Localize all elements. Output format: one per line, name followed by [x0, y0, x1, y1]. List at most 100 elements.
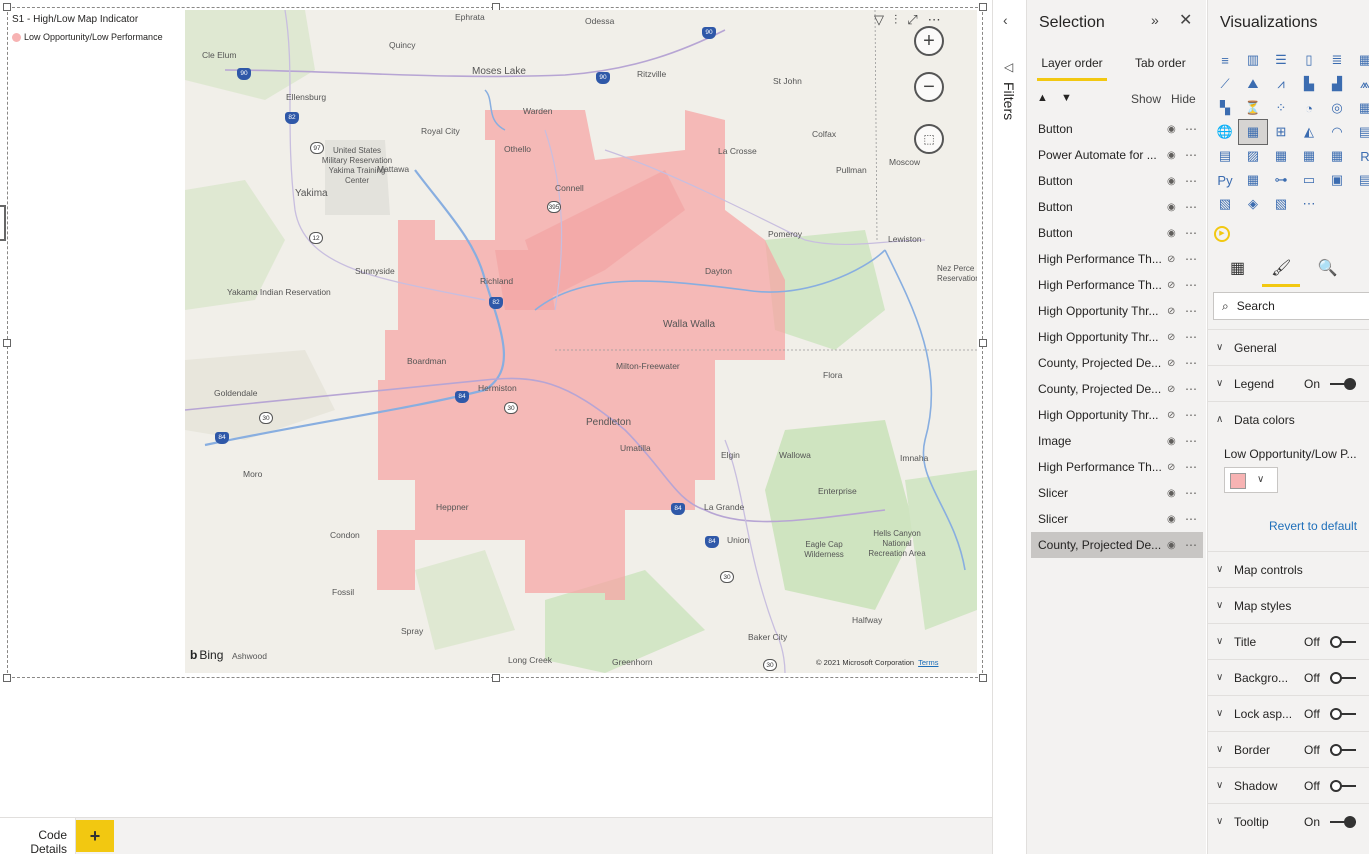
visual-type-icon[interactable]: ⏳: [1239, 96, 1267, 120]
more-options-icon[interactable]: ⋯: [1185, 226, 1197, 240]
visual-type-icon[interactable]: ▦: [1295, 144, 1323, 168]
move-down-icon[interactable]: ▼: [1061, 92, 1072, 104]
eye-hidden-icon[interactable]: ⊘: [1167, 410, 1175, 421]
visual-type-icon[interactable]: ◈: [1239, 192, 1267, 216]
get-more-visuals-icon[interactable]: ▶: [1214, 226, 1230, 242]
visual-type-icon[interactable]: ▨: [1239, 144, 1267, 168]
layer-item[interactable]: High Performance Th... ⊘ ⋯: [1031, 246, 1203, 272]
resize-handle[interactable]: [3, 339, 11, 347]
section-data-colors[interactable]: ∧ Data colors: [1208, 401, 1369, 437]
eye-icon[interactable]: ◉: [1167, 150, 1176, 161]
visual-type-icon[interactable]: ▚: [1211, 96, 1239, 120]
layer-item[interactable]: County, Projected De... ⊘ ⋯: [1031, 376, 1203, 402]
eye-hidden-icon[interactable]: ⊘: [1167, 358, 1175, 369]
format-paint-roller-icon[interactable]: 🖌: [1271, 258, 1291, 278]
legend-toggle[interactable]: [1330, 378, 1356, 390]
page-tab[interactable]: Code Details: [0, 818, 76, 856]
border-toggle[interactable]: [1330, 744, 1356, 756]
visual-type-icon[interactable]: ▤: [1351, 168, 1369, 192]
section-background[interactable]: ∨ Backgro... Off: [1208, 659, 1369, 695]
layer-item[interactable]: High Opportunity Thr... ⊘ ⋯: [1031, 298, 1203, 324]
more-options-icon[interactable]: ⋯: [1185, 512, 1197, 526]
more-options-icon[interactable]: ⋯: [1185, 356, 1197, 370]
more-options-icon[interactable]: ⋯: [928, 12, 941, 28]
lock-aspect-toggle[interactable]: [1330, 708, 1356, 720]
tooltip-toggle[interactable]: [1330, 816, 1356, 828]
layer-item[interactable]: County, Projected De... ◉ ⋯: [1031, 532, 1203, 558]
format-search-input[interactable]: ⌕ Search: [1213, 292, 1369, 320]
visual-type-icon[interactable]: ⛰: [1239, 72, 1267, 96]
visual-type-icon[interactable]: ⋯: [1295, 192, 1323, 216]
visual-type-icon[interactable]: ▟: [1323, 72, 1351, 96]
visual-type-icon[interactable]: ☰: [1267, 48, 1295, 72]
visual-type-icon[interactable]: ▦: [1351, 96, 1369, 120]
more-options-icon[interactable]: ⋯: [1185, 408, 1197, 422]
section-tooltip[interactable]: ∨ Tooltip On: [1208, 803, 1369, 839]
show-all-button[interactable]: Show: [1131, 92, 1161, 106]
more-options-icon[interactable]: ⋯: [1185, 278, 1197, 292]
visual-type-icon[interactable]: ▦: [1351, 48, 1369, 72]
more-options-icon[interactable]: ⋯: [1185, 304, 1197, 318]
resize-handle[interactable]: [979, 3, 987, 11]
visual-type-icon[interactable]: ≡: [1211, 48, 1239, 72]
eye-icon[interactable]: ◉: [1167, 488, 1176, 499]
section-map-controls[interactable]: ∨ Map controls: [1208, 551, 1369, 587]
visual-type-icon[interactable]: ▧: [1267, 192, 1295, 216]
close-icon[interactable]: ✕: [1179, 10, 1192, 30]
visual-type-icon[interactable]: R: [1351, 144, 1369, 168]
eye-hidden-icon[interactable]: ⊘: [1167, 280, 1175, 291]
layer-item[interactable]: High Performance Th... ⊘ ⋯: [1031, 272, 1203, 298]
section-border[interactable]: ∨ Border Off: [1208, 731, 1369, 767]
layer-item[interactable]: Button ◉ ⋯: [1031, 220, 1203, 246]
focus-mode-icon[interactable]: ⤢: [907, 12, 917, 28]
chevron-right-double-icon[interactable]: »: [1151, 12, 1159, 28]
section-map-styles[interactable]: ∨ Map styles: [1208, 587, 1369, 623]
visual-type-icon[interactable]: ▦: [1239, 168, 1267, 192]
tab-layer-order[interactable]: Layer order: [1037, 56, 1107, 81]
zoom-out-button[interactable]: −: [914, 72, 944, 102]
visual-type-icon[interactable]: ▥: [1239, 48, 1267, 72]
filter-icon[interactable]: ▽: [874, 12, 884, 28]
visual-type-icon[interactable]: ◠: [1323, 120, 1351, 144]
visual-type-icon[interactable]: ▣: [1323, 168, 1351, 192]
resize-handle[interactable]: [3, 3, 11, 11]
more-options-icon[interactable]: ⋯: [1185, 538, 1197, 552]
visual-type-icon[interactable]: ⁘: [1267, 96, 1295, 120]
eye-icon[interactable]: ◉: [1167, 202, 1176, 213]
visual-type-icon[interactable]: ▙: [1295, 72, 1323, 96]
layer-item[interactable]: Power Automate for ... ◉ ⋯: [1031, 142, 1203, 168]
background-toggle[interactable]: [1330, 672, 1356, 684]
more-options-icon[interactable]: ⋯: [1185, 122, 1197, 136]
title-toggle[interactable]: [1330, 636, 1356, 648]
tab-tab-order[interactable]: Tab order: [1135, 56, 1186, 70]
terms-link[interactable]: Terms: [918, 658, 938, 667]
visual-type-icon[interactable]: ▯: [1295, 48, 1323, 72]
analytics-icon[interactable]: 🔍: [1317, 258, 1337, 278]
visual-type-icon[interactable]: ▭: [1295, 168, 1323, 192]
visual-type-icon[interactable]: ⟋: [1211, 72, 1239, 96]
visual-type-icon[interactable]: ≣: [1323, 48, 1351, 72]
visual-type-icon[interactable]: ▦: [1323, 144, 1351, 168]
eye-icon[interactable]: ◉: [1167, 514, 1176, 525]
fields-icon[interactable]: ▦: [1230, 258, 1245, 278]
more-options-icon[interactable]: ⋯: [1185, 330, 1197, 344]
resize-handle[interactable]: [979, 339, 987, 347]
layer-item[interactable]: County, Projected De... ⊘ ⋯: [1031, 350, 1203, 376]
layer-item[interactable]: High Performance Th... ⊘ ⋯: [1031, 454, 1203, 480]
section-lock-aspect[interactable]: ∨ Lock asp... Off: [1208, 695, 1369, 731]
visual-type-icon[interactable]: ⩕: [1351, 72, 1369, 96]
more-options-icon[interactable]: ⋯: [1185, 252, 1197, 266]
more-options-icon[interactable]: ⋯: [1185, 382, 1197, 396]
eye-hidden-icon[interactable]: ⊘: [1167, 254, 1175, 265]
layer-item[interactable]: Button ◉ ⋯: [1031, 116, 1203, 142]
visual-type-icon[interactable]: ⊞: [1267, 120, 1295, 144]
eye-hidden-icon[interactable]: ⊘: [1167, 332, 1175, 343]
filters-label[interactable]: Filters: [1001, 82, 1017, 120]
visual-type-icon[interactable]: ▦: [1267, 144, 1295, 168]
visual-type-icon[interactable]: ◎: [1323, 96, 1351, 120]
eye-icon[interactable]: ◉: [1167, 124, 1176, 135]
visual-type-icon[interactable]: 🌐: [1211, 120, 1239, 144]
shadow-toggle[interactable]: [1330, 780, 1356, 792]
layer-item[interactable]: Button ◉ ⋯: [1031, 194, 1203, 220]
visual-type-icon[interactable]: ▤: [1351, 120, 1369, 144]
